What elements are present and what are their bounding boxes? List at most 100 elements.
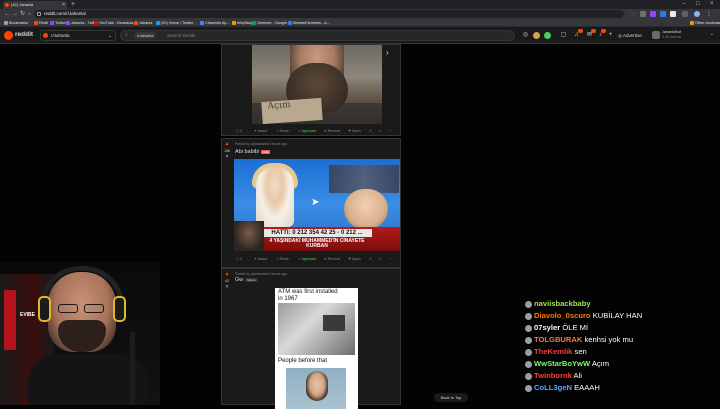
chat-username[interactable]: Twinbornk (534, 371, 572, 380)
karma: 2.1k karma (662, 35, 681, 39)
chat-username[interactable]: naviisbackbaby (534, 299, 591, 308)
chevron-right-icon[interactable]: › (386, 48, 389, 57)
approved-button[interactable]: ✓ Approved (298, 127, 316, 135)
url-text: reddit.com/r/Jahanla/ (44, 11, 87, 16)
upvote-icon[interactable]: ▲ (224, 142, 230, 147)
remove-button[interactable]: ⊘ Remove (324, 255, 340, 263)
minimize-icon[interactable]: – (682, 0, 685, 9)
home-icon[interactable]: ⌂ (28, 9, 31, 19)
message-badge (591, 29, 596, 33)
coins-icon[interactable] (533, 32, 540, 39)
bookmark-item[interactable]: (20) Home / Twitter (156, 19, 193, 27)
notifications-icon[interactable]: ♫ (573, 32, 580, 39)
bookmark-item[interactable]: Bookmarks (4, 19, 28, 27)
post-card[interactable]: Açım › ▢ 0 ✦ Award ↗ Share ✓ Approved ⊘ … (221, 44, 401, 136)
new-tab-button[interactable]: + (71, 0, 75, 9)
post-title[interactable]: Abi babibi nsfw (235, 149, 271, 155)
share-button[interactable]: ↗ Share (276, 255, 289, 263)
shield-icon[interactable]: ◇ (379, 255, 382, 263)
profile-avatar[interactable] (694, 11, 700, 17)
mod-icon[interactable] (544, 32, 551, 39)
downvote-icon[interactable]: ▼ (224, 155, 230, 160)
comments-button[interactable]: ▢ 0 (236, 255, 242, 263)
forward-icon[interactable]: → (12, 9, 18, 19)
chat-username[interactable]: 07syler (534, 323, 560, 332)
advertise-button[interactable]: ◎ Advertise (618, 30, 642, 41)
tv-phone-number: HATTI: 0 212 354 42 25 - 0 212 ... (262, 229, 372, 237)
chat-text: sen (574, 347, 587, 356)
lock-icon[interactable]: ⚿ (369, 255, 372, 263)
reddit-header: reddit r/Jahanla ⌄ ⌕ r/Jahanla Search Re… (0, 27, 720, 44)
back-to-top-button[interactable]: Back to Top (434, 393, 468, 402)
spam-button[interactable]: ⚑ Spam (348, 127, 361, 135)
browser-toolbar: ← → ↻ ⌂ reddit.com/r/Jahanla/ ⋮ (0, 9, 720, 19)
lock-icon (37, 12, 41, 16)
puzzle-icon[interactable] (682, 11, 688, 17)
award-button[interactable]: ✦ Award (254, 127, 267, 135)
approved-button[interactable]: ✓ Approved (298, 255, 316, 263)
chat-badge-icon (525, 300, 532, 308)
close-window-icon[interactable]: × (710, 0, 714, 9)
bookmark-item[interactable]: Channels Ap... (200, 19, 230, 27)
community-selector[interactable]: r/Jahanla ⌄ (40, 30, 116, 41)
chat-username[interactable]: TOLGBURAK (534, 335, 582, 344)
remove-button[interactable]: ⊘ Remove (324, 127, 340, 135)
back-icon[interactable]: ← (4, 9, 10, 19)
chat-username[interactable]: WwStarBoYwW (534, 359, 590, 368)
chat-username[interactable]: Diavolo_0scuro (534, 311, 591, 320)
maximize-icon[interactable]: □ (696, 0, 700, 9)
award-button[interactable]: ✦ Award (254, 255, 267, 263)
post-image[interactable]: Açım (252, 45, 382, 124)
extension-icon[interactable] (640, 11, 646, 17)
bookmarks-bar: Bookmarks Redit Twitch Jahanla - Twitch YouT… (0, 19, 720, 27)
post-card[interactable]: ▲ 42 ▼ Posted by u/jahanlabot 5 hours ag… (221, 268, 401, 409)
chat-username[interactable]: TheKemlik (534, 347, 572, 356)
bookmark-item[interactable]: Other bookmarks (690, 19, 720, 27)
upvote-icon[interactable]: ▲ (224, 272, 230, 277)
bookmark-item[interactable]: YouTube - Broadcas... (94, 19, 137, 27)
chat-badge-icon (525, 336, 532, 344)
bookmark-item[interactable]: Twitch (50, 19, 66, 27)
extension-icon[interactable] (630, 11, 636, 17)
spam-button[interactable]: ⚑ Spam (348, 255, 361, 263)
bell-icon[interactable]: ♪ (597, 32, 604, 39)
chat-badge-icon (525, 348, 532, 356)
extension-icon[interactable] (660, 11, 666, 17)
post-score: 136 (224, 149, 230, 153)
lock-icon[interactable]: ⚿ (369, 127, 372, 135)
comments-button[interactable]: ▢ 0 (236, 127, 242, 135)
bookmark-item[interactable]: reby2kay (232, 19, 252, 27)
more-icon[interactable]: ··· (389, 127, 392, 135)
more-icon[interactable]: ··· (389, 255, 392, 263)
post-card[interactable]: ▲ 136 ▼ Posted by u/jahanlabot 5 hours a… (221, 138, 401, 268)
post-actions: ▢ 0 ✦ Award ↗ Share ✓ Approved ⊘ Remove … (234, 127, 400, 135)
bookmark-item[interactable]: StreamElements - A... (288, 19, 330, 27)
reddit-wordmark[interactable]: reddit (15, 31, 33, 38)
extension-icon[interactable] (670, 11, 676, 17)
reddit-logo-icon[interactable] (4, 31, 13, 40)
chat-message: TheKemlik sen (525, 346, 587, 358)
post-video[interactable]: HATTI: 0 212 354 42 25 - 0 212 ... 4 YAŞ… (234, 159, 400, 251)
reload-icon[interactable]: ↻ (20, 9, 25, 19)
address-bar[interactable]: reddit.com/r/Jahanla/ (34, 10, 624, 18)
chat-username[interactable]: CoLL3geN (534, 383, 572, 392)
search-input[interactable]: ⌕ r/Jahanla Search Reddit (120, 30, 515, 41)
downvote-icon[interactable]: ▼ (224, 285, 230, 290)
twitch-extension-icon[interactable] (650, 11, 656, 17)
user-menu[interactable]: JahanlaBot 2.1k karma ⌄ (652, 29, 716, 42)
close-tab-icon[interactable]: × (62, 1, 65, 9)
bookmark-item[interactable]: Jahanla (134, 19, 152, 27)
bookmark-item[interactable]: Redit (34, 19, 48, 27)
bookmark-favicon-icon (252, 21, 256, 25)
menu-icon[interactable]: ⋮ (706, 11, 712, 17)
share-button[interactable]: ↗ Share (276, 127, 289, 135)
shield-icon[interactable]: ◇ (379, 127, 382, 135)
browser-tab[interactable]: (42) Jahanla × (3, 1, 67, 9)
create-post-icon[interactable]: + (607, 32, 614, 39)
search-scope-chip[interactable]: r/Jahanla (134, 32, 157, 39)
post-title[interactable]: Gw Meme (235, 277, 258, 283)
post-image[interactable]: ATM was first installed in 1967 People b… (275, 288, 358, 409)
chat-icon[interactable]: ▢ (560, 32, 567, 39)
messages-icon[interactable]: ✉ (586, 32, 593, 39)
popular-icon[interactable]: ◎ (522, 32, 529, 39)
